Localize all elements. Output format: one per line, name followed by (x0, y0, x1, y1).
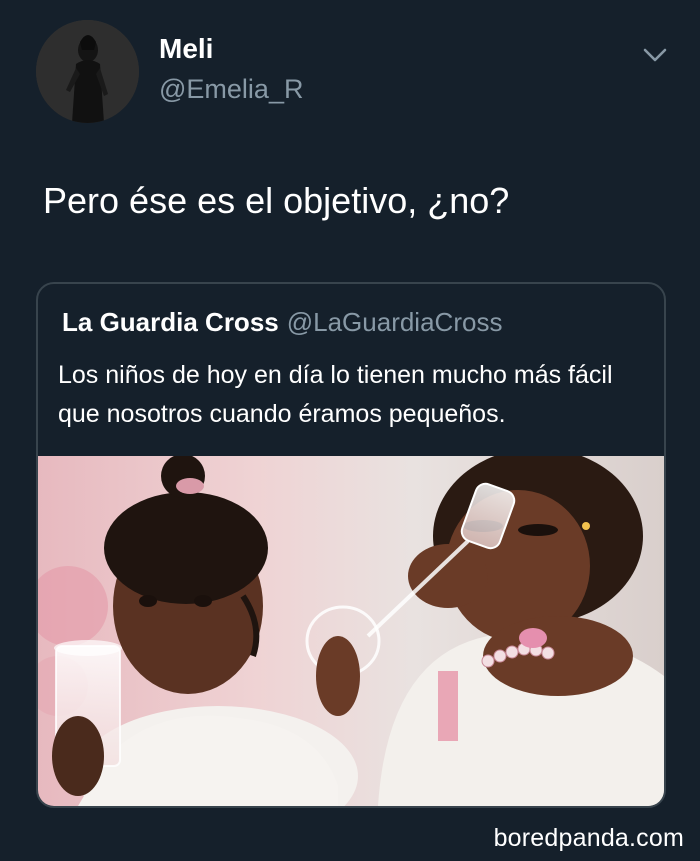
watermark: boredpanda.com (493, 824, 684, 852)
quoted-author-handle: @LaGuardiaCross (286, 307, 503, 337)
quoted-tweet-text: Los niños de hoy en día lo tienen mucho … (58, 361, 613, 428)
quoted-tweet-author: La Guardia Cross @LaGuardiaCross (62, 306, 502, 338)
author-handle[interactable]: @Emelia_R (159, 72, 303, 106)
tweet: Meli @Emelia_R Pero ése es el objetivo, … (0, 0, 700, 830)
quoted-tweet-photo[interactable] (38, 456, 664, 806)
author-display-name[interactable]: Meli (159, 32, 213, 66)
avatar[interactable] (36, 20, 139, 123)
avatar-image (36, 20, 139, 123)
quoted-author-display-name: La Guardia Cross (62, 307, 279, 337)
photo-two-girls-drinking (38, 456, 664, 806)
tweet-text: Pero ése es el objetivo, ¿no? (43, 180, 510, 221)
quoted-tweet[interactable]: La Guardia Cross @LaGuardiaCross Los niño… (36, 282, 666, 808)
chevron-down-icon[interactable] (640, 42, 670, 68)
